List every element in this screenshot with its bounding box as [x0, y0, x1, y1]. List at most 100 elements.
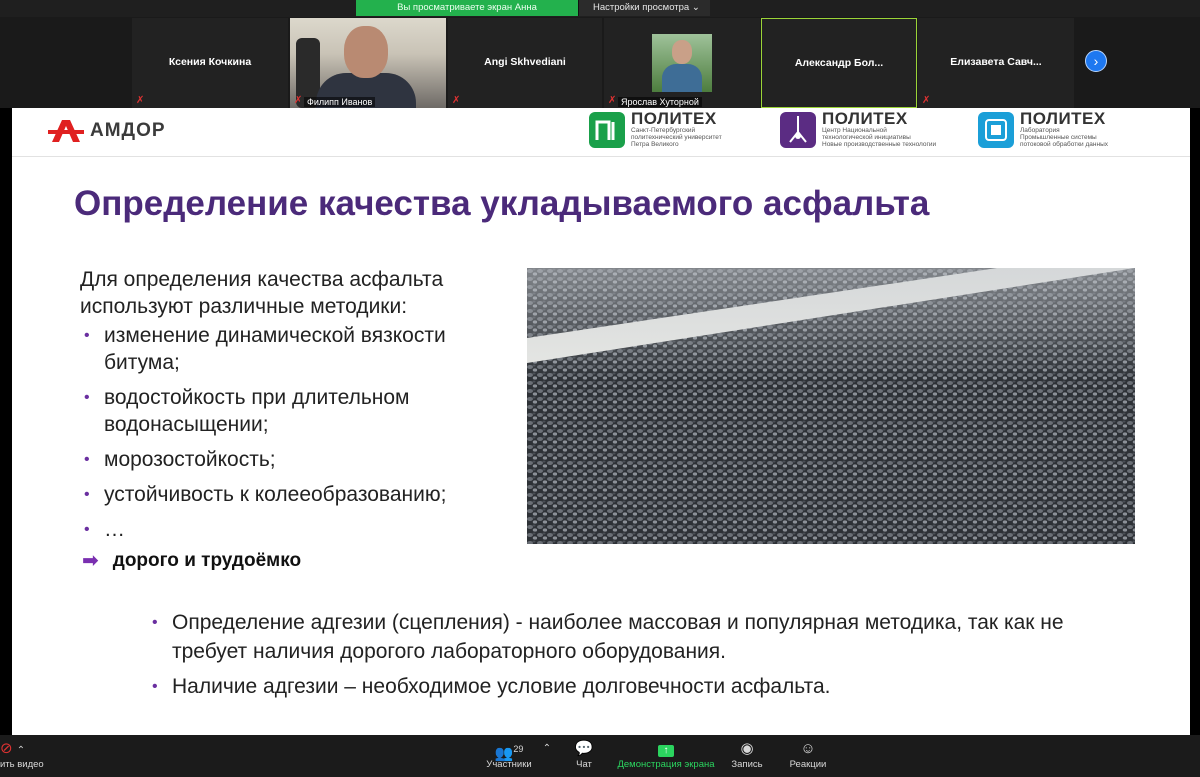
- meeting-toolbar: ⊘ ⌃ ить видео 👥29 Участники ⌃ 💬 Чат ↑ Де…: [0, 735, 1200, 777]
- reactions-label: Реакции: [789, 759, 827, 770]
- partner-subtitle: политехнический университет: [631, 134, 722, 141]
- chat-button[interactable]: 💬 Чат: [568, 739, 600, 770]
- list-item-text: Определение адгезии (сцепления) - наибол…: [172, 611, 1064, 663]
- list-item-text: морозостойкость;: [104, 448, 276, 471]
- slide-title: Определение качества укладываемого асфал…: [74, 184, 930, 223]
- chat-icon: 💬: [574, 740, 594, 757]
- share-screen-label: Демонстрация экрана: [617, 759, 715, 770]
- amdor-logo: АМДОР: [48, 120, 166, 142]
- person-head: [344, 26, 388, 78]
- participant-name: Ярослав Хуторной: [618, 97, 702, 107]
- partner-logo-spbpu: ПОЛИТЕХ Санкт-Петербургский политехничес…: [589, 109, 722, 148]
- list-item: •…: [80, 516, 510, 543]
- viewing-notice: Вы просматриваете экран Анна Овсянникова: [356, 0, 578, 29]
- record-label: Запись: [731, 759, 763, 770]
- participants-label: Участники: [486, 759, 532, 770]
- adhesion-block: • Определение адгезии (сцепления) - наибо…: [150, 608, 1110, 707]
- person-head: [672, 40, 692, 64]
- mic-muted-icon: ✗: [608, 95, 617, 106]
- participant-name: Елизавета Савч...: [950, 56, 1042, 68]
- chat-label: Чат: [576, 759, 592, 770]
- reactions-button[interactable]: ☺ Реакции: [786, 739, 830, 770]
- participant-name: Александр Бол...: [794, 57, 884, 69]
- partner-subtitle: технологической инициативы: [822, 134, 911, 141]
- mic-muted-icon: ✗: [922, 95, 931, 106]
- partner-title: ПОЛИТЕХ: [822, 109, 908, 128]
- participant-name: Angi Skhvediani: [484, 56, 566, 68]
- partner-subtitle: потоковой обработки данных: [1020, 141, 1109, 148]
- participant-name: Филипп Иванов: [304, 97, 376, 107]
- bullet-icon: •: [84, 486, 90, 503]
- partner-subtitle: Новые производственные технологии: [822, 141, 937, 148]
- participants-menu-button[interactable]: ⌃: [540, 739, 554, 759]
- view-settings-button[interactable]: Настройки просмотра ⌄: [578, 0, 710, 16]
- participant-video[interactable]: [652, 34, 712, 92]
- participant-tile[interactable]: Елизавета Савч... ✗: [918, 18, 1074, 108]
- list-item-text: Наличие адгезии – необходимое условие до…: [172, 675, 831, 698]
- methods-list: • изменение динамической вязкости битума;…: [80, 322, 510, 543]
- bullet-icon: •: [152, 678, 158, 695]
- share-screen-button[interactable]: ↑ Демонстрация экрана: [616, 739, 716, 770]
- partner-subtitle: Промышленные системы: [1020, 134, 1097, 141]
- list-item: • изменение динамической вязкости битума;: [80, 322, 510, 376]
- list-item: • устойчивость к колееобразованию;: [80, 481, 510, 508]
- next-page-button[interactable]: ›: [1085, 50, 1107, 72]
- participants-button[interactable]: 👥29 Участники: [478, 739, 540, 770]
- list-item-text: …: [104, 518, 125, 541]
- reactions-icon: ☺: [800, 740, 816, 757]
- partner-logo-nti: ПОЛИТЕХ Центр Национальной технологическ…: [780, 109, 937, 148]
- shared-slide: АМДОР ПОЛИТЕХ Санкт-Петербургский полите…: [12, 108, 1190, 735]
- participant-tile[interactable]: Ксения Кочкина ✗: [132, 18, 288, 108]
- conclusion: ➡ дорого и трудоёмко: [82, 548, 301, 573]
- chevron-up-icon: ⌃: [542, 743, 552, 754]
- amdor-logo-icon: [48, 120, 84, 142]
- spbpu-logo-icon: [589, 111, 625, 148]
- stop-video-button[interactable]: ⊘ ⌃ ить видео: [0, 739, 50, 770]
- list-item: • Наличие адгезии – необходимое условие д…: [150, 672, 1110, 701]
- partner-subtitle: Лаборатория: [1020, 127, 1060, 134]
- list-item-text: устойчивость к колееобразованию;: [104, 483, 447, 506]
- person-body: [662, 64, 702, 92]
- participant-name: Ксения Кочкина: [168, 56, 252, 68]
- participant-tile[interactable]: Angi Skhvediani ✗: [448, 18, 602, 108]
- nti-logo-icon: [780, 111, 816, 148]
- partner-subtitle: Петра Великого: [631, 141, 679, 148]
- view-banner: Вы просматриваете экран Анна Овсянникова…: [356, 0, 710, 29]
- list-item: • Определение адгезии (сцепления) - наибо…: [150, 608, 1110, 666]
- video-off-icon: ⊘ ⌃: [0, 740, 26, 757]
- partner-subtitle: Центр Национальной: [822, 127, 887, 134]
- adhesion-list: • Определение адгезии (сцепления) - наибо…: [150, 608, 1110, 701]
- slide-header: АМДОР ПОЛИТЕХ Санкт-Петербургский полите…: [12, 108, 1190, 157]
- partner-logo-lab: ПОЛИТЕХ Лаборатория Промышленные системы…: [978, 109, 1109, 148]
- bullet-icon: •: [84, 521, 90, 538]
- mic-muted-icon: ✗: [294, 95, 303, 106]
- bullet-icon: •: [84, 389, 90, 406]
- chevron-right-icon: ›: [1093, 53, 1099, 69]
- lab-logo-icon: [978, 111, 1014, 148]
- participant-tile-active[interactable]: Александр Бол...: [761, 18, 917, 108]
- list-item: • морозостойкость;: [80, 446, 510, 473]
- methods-intro: Для определения качества асфальта исполь…: [80, 268, 444, 318]
- chevron-down-icon: ⌄: [691, 2, 700, 13]
- list-item-text: изменение динамической вязкости битума;: [104, 324, 446, 374]
- asphalt-photo: [527, 268, 1135, 544]
- mic-muted-icon: ✗: [452, 95, 461, 106]
- stop-video-label: ить видео: [0, 759, 44, 770]
- view-settings-label: Настройки просмотра: [593, 2, 690, 13]
- list-item: • водостойкость при длительном водонасыще…: [80, 384, 510, 438]
- bullet-icon: •: [152, 614, 158, 631]
- partner-title: ПОЛИТЕХ: [631, 109, 717, 128]
- conclusion-text: дорого и трудоёмко: [112, 549, 302, 571]
- record-button[interactable]: ◉ Запись: [728, 739, 766, 770]
- list-item-text: водостойкость при длительном водонасыщен…: [104, 386, 410, 436]
- methods-block: Для определения качества асфальта исполь…: [80, 266, 510, 551]
- record-icon: ◉: [740, 740, 754, 757]
- bullet-icon: •: [84, 327, 90, 344]
- mic-muted-icon: ✗: [136, 95, 145, 106]
- partner-subtitle: Санкт-Петербургский: [631, 127, 696, 134]
- participant-video[interactable]: ✗ Филипп Иванов: [290, 18, 446, 108]
- partner-title: ПОЛИТЕХ: [1020, 109, 1106, 128]
- participants-icon: 👥29: [494, 744, 524, 762]
- bullet-icon: •: [84, 451, 90, 468]
- arrow-right-icon: ➡: [82, 550, 99, 572]
